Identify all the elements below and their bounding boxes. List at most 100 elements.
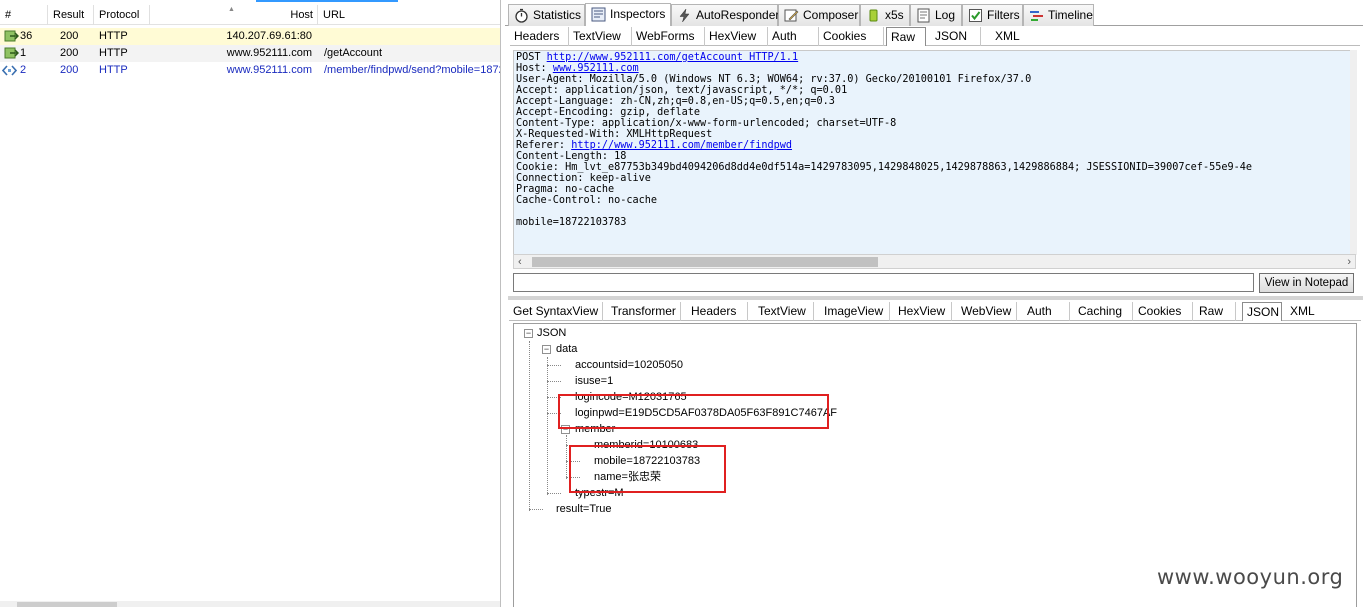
- column-header-result[interactable]: Result: [48, 5, 94, 25]
- req-tab-headers[interactable]: Headers: [510, 27, 569, 46]
- req-tab-raw[interactable]: Raw: [886, 27, 926, 46]
- referer-link[interactable]: http://www.952111.com/member/findpwd: [571, 140, 792, 151]
- req-tab-cookies[interactable]: Cookies: [819, 27, 884, 46]
- resp-tab-transformer[interactable]: Transformer: [607, 302, 681, 321]
- find-input[interactable]: [513, 273, 1254, 292]
- tab-label: Log: [935, 8, 956, 22]
- session-list-panel: # Result Protocol Host URL ▲ 36 200 HTTP…: [0, 0, 501, 607]
- request-url-link[interactable]: http://www.952111.com/getAccount HTTP/1.…: [547, 52, 798, 63]
- header-user-agent: User-Agent: Mozilla/5.0 (Windows NT 6.3;…: [516, 74, 1032, 85]
- inspector-icon: [591, 7, 606, 22]
- tab-label: Composer: [803, 8, 859, 22]
- lightning-icon: [679, 8, 690, 23]
- resp-tab-raw[interactable]: Raw: [1195, 302, 1236, 321]
- tab-label: x5s: [885, 8, 904, 22]
- header-content-length: Content-Length: 18: [516, 151, 627, 162]
- header-cookie: Cookie: Hm_lvt_e87753b349bd4094206d8dd4e…: [516, 162, 1253, 173]
- header-accept: Accept: application/json, text/javascrip…: [516, 85, 848, 96]
- req-tab-json[interactable]: JSON: [931, 27, 981, 46]
- column-header-protocol[interactable]: Protocol: [94, 5, 150, 25]
- session-result: 200: [60, 47, 79, 59]
- session-row[interactable]: 36 200 HTTP 140.207.69.61:80: [0, 28, 500, 45]
- resp-tab-imageview[interactable]: ImageView: [820, 302, 890, 321]
- tab-timeline[interactable]: Timeline: [1023, 4, 1094, 26]
- resp-tab-webview[interactable]: WebView: [957, 302, 1017, 321]
- tunnel-session-icon: [4, 30, 19, 42]
- resp-tab-xml[interactable]: XML: [1286, 302, 1326, 321]
- scrollbar-thumb[interactable]: [532, 257, 878, 267]
- x5s-icon: [869, 9, 878, 22]
- stopwatch-icon: [515, 8, 528, 23]
- raw-request-text[interactable]: POST http://www.952111.com/getAccount HT…: [513, 50, 1356, 255]
- pane-splitter[interactable]: [508, 296, 1363, 300]
- session-url: /member/findpwd/send?mobile=1872: [324, 64, 501, 76]
- session-number: 2: [20, 64, 27, 76]
- column-header-number[interactable]: #: [0, 5, 48, 25]
- header-pragma: Pragma: no-cache: [516, 184, 615, 195]
- tab-composer[interactable]: Composer: [778, 4, 860, 26]
- pencil-icon: [784, 9, 799, 22]
- collapse-icon[interactable]: −: [524, 329, 533, 338]
- host-header-prefix: Host:: [516, 63, 553, 74]
- tab-inspectors[interactable]: Inspectors: [585, 3, 671, 26]
- raw-request-vscrollbar[interactable]: [1350, 50, 1357, 255]
- session-host: www.952111.com: [226, 64, 312, 76]
- request-session-icon: [4, 47, 19, 59]
- tree-line: [547, 493, 561, 494]
- tab-log[interactable]: Log: [910, 4, 962, 26]
- collapse-icon[interactable]: −: [542, 345, 551, 354]
- req-tab-auth[interactable]: Auth: [768, 27, 819, 46]
- session-row[interactable]: 2 200 HTTP www.952111.com /member/findpw…: [0, 62, 501, 79]
- scrollbar-thumb[interactable]: [17, 602, 117, 607]
- main-tab-bar: Statistics Inspectors AutoResponder Comp…: [505, 3, 1363, 26]
- tree-line: [547, 357, 548, 495]
- timeline-icon: [1030, 11, 1043, 21]
- tab-statistics[interactable]: Statistics: [508, 4, 585, 26]
- resp-tab-textview[interactable]: TextView: [754, 302, 814, 321]
- resp-tab-headers[interactable]: Headers: [687, 302, 748, 321]
- response-tab-bar: Get SyntaxView Transformer Headers TextV…: [509, 302, 1361, 321]
- tree-line: [566, 435, 567, 479]
- tree-line: [547, 365, 561, 366]
- highlight-box-member: [569, 445, 726, 493]
- session-row[interactable]: 1 200 HTTP www.952111.com /getAccount: [0, 45, 500, 62]
- selection-indicator: [256, 0, 398, 2]
- resp-tab-hexview[interactable]: HexView: [894, 302, 952, 321]
- req-tab-textview[interactable]: TextView: [569, 27, 632, 46]
- scroll-left-arrow-icon[interactable]: ‹: [518, 255, 522, 269]
- view-in-notepad-button[interactable]: View in Notepad: [1259, 273, 1354, 293]
- json-node-data[interactable]: data: [556, 342, 577, 356]
- session-result: 200: [60, 30, 79, 42]
- req-tab-xml[interactable]: XML: [991, 27, 1031, 46]
- header-accept-encoding: Accept-Encoding: gzip, deflate: [516, 107, 701, 118]
- referer-header-prefix: Referer:: [516, 140, 572, 151]
- request-tab-bar: Headers TextView WebForms HexView Auth C…: [510, 27, 1360, 46]
- raw-request-hscrollbar[interactable]: ‹ ›: [513, 254, 1356, 269]
- req-tab-webforms[interactable]: WebForms: [632, 27, 705, 46]
- tab-x5s[interactable]: x5s: [860, 4, 910, 26]
- resp-tab-get-syntaxview[interactable]: Get SyntaxView: [509, 302, 603, 321]
- req-tab-hexview[interactable]: HexView: [705, 27, 768, 46]
- json-session-icon: [2, 65, 17, 76]
- resp-tab-caching[interactable]: Caching: [1074, 302, 1133, 321]
- json-node-accountsid[interactable]: accountsid=10205050: [575, 358, 683, 372]
- scroll-right-arrow-icon[interactable]: ›: [1347, 255, 1351, 269]
- json-node-isuse[interactable]: isuse=1: [575, 374, 613, 388]
- resp-tab-auth[interactable]: Auth: [1023, 302, 1070, 321]
- resp-tab-cookies[interactable]: Cookies: [1134, 302, 1193, 321]
- session-list-hscrollbar[interactable]: [0, 601, 500, 607]
- tab-filters[interactable]: Filters: [962, 4, 1023, 26]
- header-connection: Connection: keep-alive: [516, 173, 651, 184]
- tab-label: Timeline: [1048, 8, 1093, 22]
- json-node-root[interactable]: JSON: [537, 326, 566, 340]
- tab-autoresponder[interactable]: AutoResponder: [671, 4, 779, 26]
- tab-label: Filters: [987, 8, 1020, 22]
- host-link[interactable]: www.952111.com: [553, 63, 639, 74]
- session-url: /getAccount: [324, 47, 383, 59]
- request-body: mobile=18722103783: [516, 217, 627, 228]
- column-header-url[interactable]: URL: [318, 5, 500, 25]
- resp-tab-json[interactable]: JSON: [1242, 302, 1282, 321]
- json-node-result[interactable]: result=True: [556, 502, 612, 516]
- session-list-header: # Result Protocol Host URL ▲: [0, 5, 500, 25]
- highlight-box-loginpwd: [558, 394, 829, 429]
